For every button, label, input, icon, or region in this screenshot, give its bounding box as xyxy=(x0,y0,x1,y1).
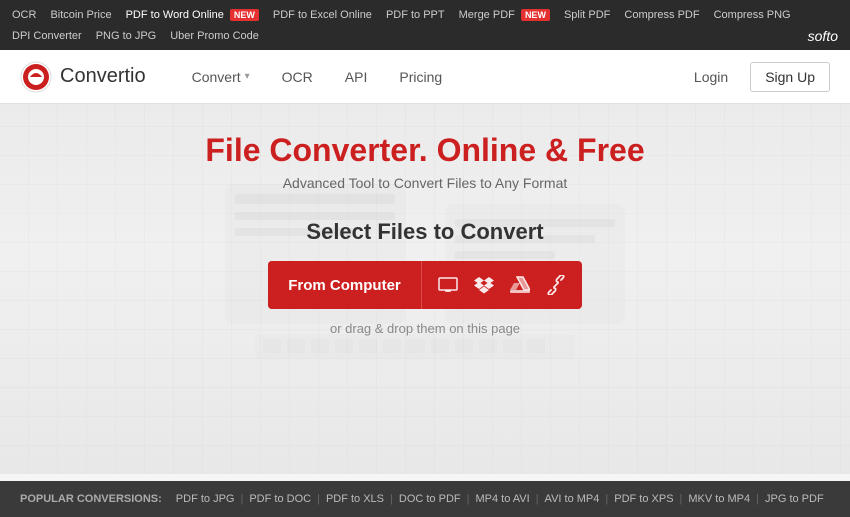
hero-subtitle: Advanced Tool to Convert Files to Any Fo… xyxy=(283,175,568,191)
footer-link-6[interactable]: PDF to XPS xyxy=(614,493,673,505)
footer-link-4[interactable]: MP4 to AVI xyxy=(475,493,529,505)
top-bar-link-pdf-excel[interactable]: PDF to Excel Online xyxy=(273,9,372,21)
footer-link-0[interactable]: PDF to JPG xyxy=(176,493,235,505)
footer-link-1[interactable]: PDF to DOC xyxy=(249,493,311,505)
footer-link-5[interactable]: AVI to MP4 xyxy=(545,493,600,505)
hero-section: File Converter. Online & Free Advanced T… xyxy=(0,104,850,474)
select-files-title: Select Files to Convert xyxy=(268,219,582,245)
footer-links: PDF to JPG | PDF to DOC | PDF to XLS | D… xyxy=(176,493,824,505)
footer-link-2[interactable]: PDF to XLS xyxy=(326,493,384,505)
nav-ocr[interactable]: OCR xyxy=(266,50,329,104)
top-bar-link-pdf-word[interactable]: PDF to Word Online NEW xyxy=(126,9,259,21)
main-nav: Convertio Convert ▾ OCR API Pricing Logi… xyxy=(0,50,850,104)
top-bar-link-bitcoin[interactable]: Bitcoin Price xyxy=(50,9,111,21)
new-badge: NEW xyxy=(230,9,259,21)
nav-auth: Login Sign Up xyxy=(682,62,830,92)
chevron-down-icon: ▾ xyxy=(245,71,250,82)
link-icon[interactable] xyxy=(544,273,568,297)
top-bar-link-png-jpg[interactable]: PNG to JPG xyxy=(96,30,157,42)
upload-icons xyxy=(422,261,582,309)
top-bar-link-compress-pdf[interactable]: Compress PDF xyxy=(624,9,699,21)
dropbox-icon[interactable] xyxy=(472,273,496,297)
logo[interactable]: Convertio xyxy=(20,61,146,93)
top-bar-link-compress-png[interactable]: Compress PNG xyxy=(714,9,791,21)
top-bar-link-pdf-ppt[interactable]: PDF to PPT xyxy=(386,9,445,21)
hero-title: File Converter. Online & Free xyxy=(205,132,644,169)
footer-link-8[interactable]: JPG to PDF xyxy=(765,493,824,505)
login-button[interactable]: Login xyxy=(682,63,740,91)
top-bar-link-uber[interactable]: Uber Promo Code xyxy=(170,30,259,42)
top-bar: OCR Bitcoin Price PDF to Word Online NEW… xyxy=(0,0,850,50)
footer: POPULAR CONVERSIONS: PDF to JPG | PDF to… xyxy=(0,481,850,517)
logo-text: Convertio xyxy=(60,65,146,88)
footer-link-3[interactable]: DOC to PDF xyxy=(399,493,461,505)
top-bar-link-ocr[interactable]: OCR xyxy=(12,9,36,21)
nav-convert[interactable]: Convert ▾ xyxy=(176,50,266,104)
nav-pricing[interactable]: Pricing xyxy=(383,50,458,104)
top-bar-link-dpi[interactable]: DPI Converter xyxy=(12,30,82,42)
nav-api[interactable]: API xyxy=(329,50,384,104)
upload-row: From Computer xyxy=(268,261,582,309)
drag-drop-text: or drag & drop them on this page xyxy=(268,321,582,336)
top-bar-brand: softo xyxy=(808,28,838,44)
signup-button[interactable]: Sign Up xyxy=(750,62,830,92)
nav-links: Convert ▾ OCR API Pricing xyxy=(176,50,682,104)
top-bar-link-merge-pdf[interactable]: Merge PDF NEW xyxy=(459,9,550,21)
new-badge-2: NEW xyxy=(521,9,550,21)
popular-label: POPULAR CONVERSIONS: xyxy=(20,493,162,505)
select-files-section: Select Files to Convert From Computer xyxy=(268,219,582,336)
from-computer-button[interactable]: From Computer xyxy=(268,261,422,309)
top-bar-link-split-pdf[interactable]: Split PDF xyxy=(564,9,610,21)
hero-content: File Converter. Online & Free Advanced T… xyxy=(20,132,830,352)
google-drive-icon[interactable] xyxy=(508,273,532,297)
upload-computer-icon[interactable] xyxy=(436,273,460,297)
footer-link-7[interactable]: MKV to MP4 xyxy=(688,493,750,505)
